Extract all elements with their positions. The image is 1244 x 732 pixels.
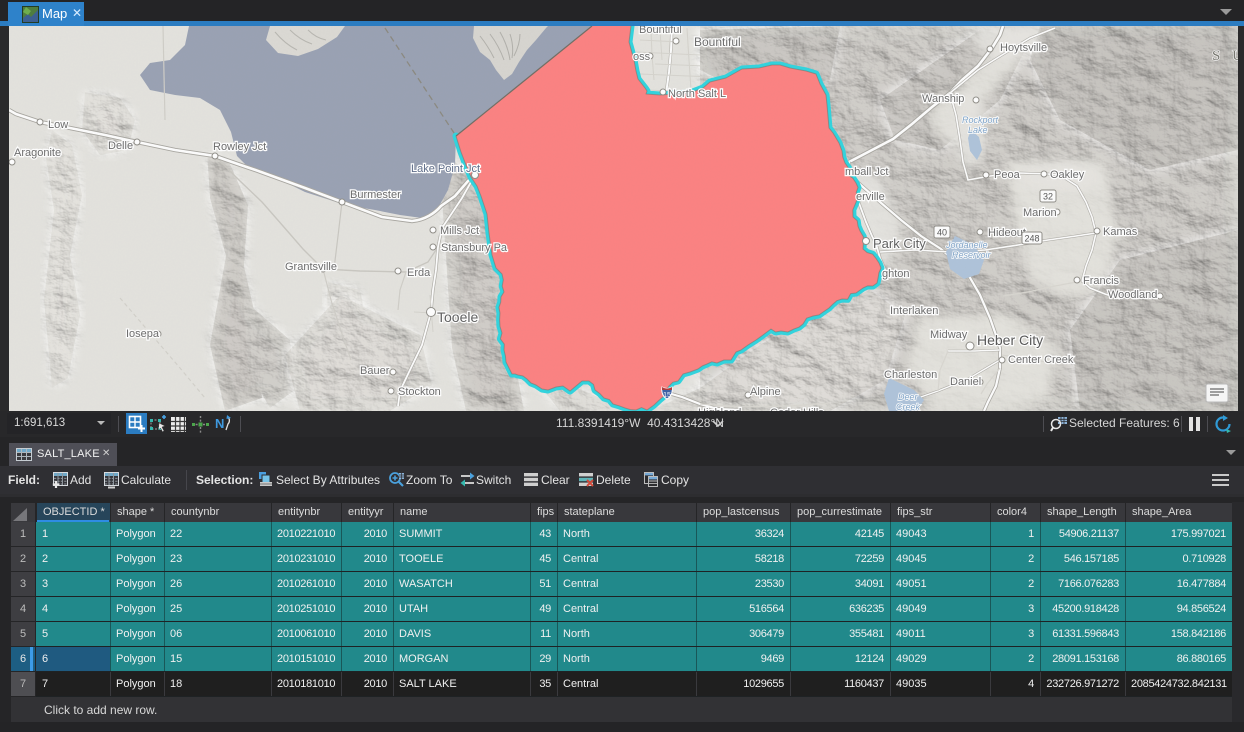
svg-text:N: N	[215, 416, 224, 431]
